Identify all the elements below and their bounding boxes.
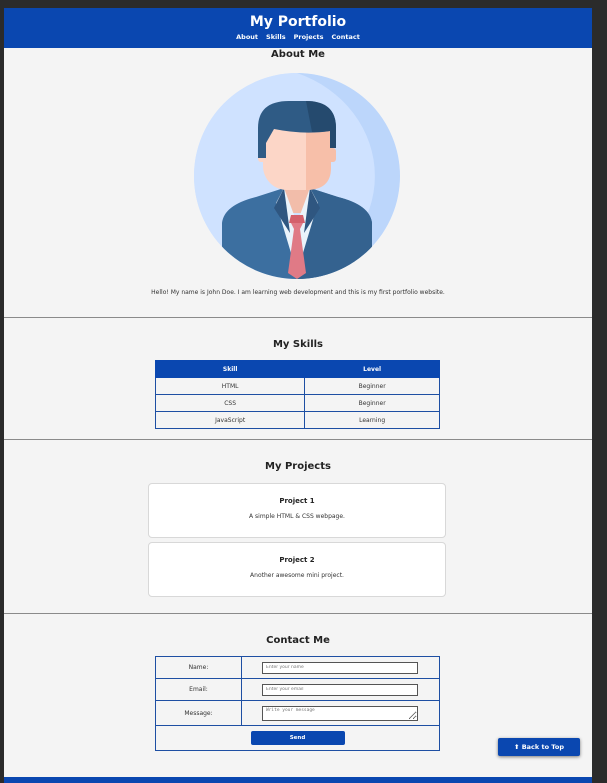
about-section: About Me Hello! My name is John Doe. I a… [4, 48, 592, 317]
projects-heading: My Projects [265, 461, 331, 472]
skills-table: Skill Level HTML Beginner CSS Beginner J… [154, 360, 440, 429]
table-row: HTML Beginner [154, 377, 440, 395]
footer-bar [4, 777, 592, 783]
form-cell [241, 678, 440, 701]
email-label: Email: [155, 678, 242, 701]
projects-section: My Projects Project 1 A simple HTML & CS… [4, 440, 592, 613]
name-label: Name: [155, 656, 242, 679]
project-title: Project 1 [279, 497, 315, 505]
project-card: Project 2 Another awesome mini project. [148, 542, 446, 597]
column-header-level: Level [304, 360, 440, 378]
form-cell: Send [155, 725, 440, 751]
about-text: Hello! My name is John Doe. I am learnin… [151, 289, 445, 296]
name-input[interactable] [262, 661, 418, 674]
page: My Portfolio About Skills Projects Conta… [4, 8, 592, 783]
table-header-row: Skill Level [154, 360, 440, 378]
contact-form: Name: Email: Message: Send [155, 656, 440, 751]
nav-contact[interactable]: Contact [332, 33, 360, 41]
skill-cell: CSS [154, 394, 306, 412]
main-nav: About Skills Projects Contact [4, 33, 592, 41]
form-cell [241, 700, 440, 726]
form-row: Send [155, 725, 440, 751]
message-textarea[interactable] [262, 705, 418, 721]
table-row: CSS Beginner [154, 394, 440, 412]
send-button[interactable]: Send [250, 731, 345, 745]
contact-heading: Contact Me [266, 635, 330, 646]
table-row: JavaScript Learning [154, 411, 440, 429]
about-heading: About Me [271, 49, 325, 60]
form-cell [241, 656, 440, 679]
skills-section: My Skills Skill Level HTML Beginner CSS … [4, 318, 592, 439]
businessman-avatar-icon [194, 73, 400, 279]
column-header-skill: Skill [154, 360, 306, 378]
back-to-top-button[interactable]: ⬆ Back to Top [498, 738, 580, 756]
level-cell: Learning [304, 411, 440, 429]
project-description: A simple HTML & CSS webpage. [249, 513, 345, 520]
skill-cell: JavaScript [154, 411, 306, 429]
email-input[interactable] [262, 683, 418, 696]
form-row: Email: [155, 678, 440, 701]
nav-about[interactable]: About [236, 33, 258, 41]
project-description: Another awesome mini project. [250, 572, 344, 579]
nav-projects[interactable]: Projects [294, 33, 324, 41]
project-card: Project 1 A simple HTML & CSS webpage. [148, 483, 446, 538]
nav-skills[interactable]: Skills [266, 33, 286, 41]
site-title: My Portfolio [249, 14, 347, 30]
skills-heading: My Skills [272, 339, 324, 350]
site-header: My Portfolio About Skills Projects Conta… [4, 8, 592, 48]
form-row: Name: [155, 656, 440, 679]
project-title: Project 2 [279, 556, 315, 564]
form-row: Message: [155, 700, 440, 726]
level-cell: Beginner [304, 394, 440, 412]
message-label: Message: [155, 700, 242, 726]
level-cell: Beginner [304, 377, 440, 395]
skill-cell: HTML [154, 377, 306, 395]
